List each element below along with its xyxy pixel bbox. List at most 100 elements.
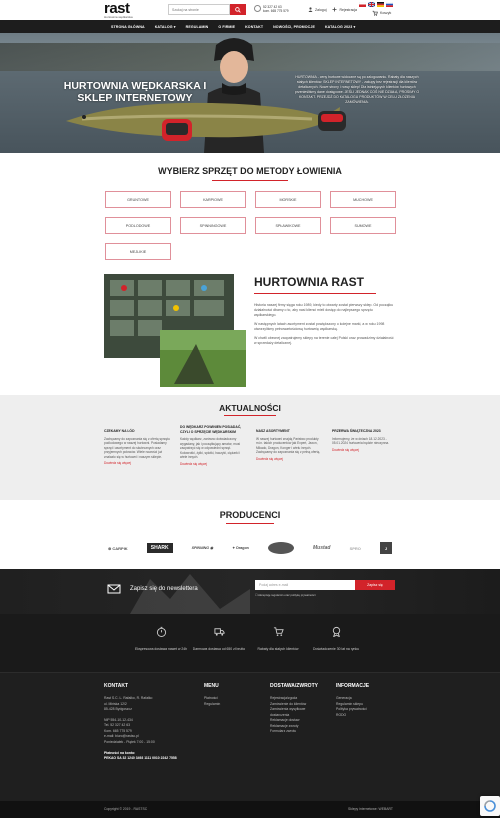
search-icon (235, 6, 241, 13)
footer-bank-account: PEKAO SA 32 1240 3493 1111 0010 2242 755… (104, 756, 177, 760)
search-button[interactable] (230, 4, 246, 15)
webart-credit[interactable]: Sklepy internetowe: WEBART (348, 807, 393, 811)
newsletter-email-input[interactable]: Podaj adres e-mail (255, 580, 355, 590)
feature-express: Ekspresowa dostawa nawet w 24h (131, 626, 191, 652)
footer-delivery-link[interactable]: Formularz zwrotu (270, 729, 318, 735)
footer-info-link[interactable]: RODO (336, 713, 369, 719)
header-contact: 52 327 42 63 kom. 665 775 579 (254, 5, 289, 13)
method-button-morskie[interactable]: MORSKIE (255, 191, 321, 208)
brand-logo-carpik[interactable]: ⊛ CARPIK (108, 546, 128, 551)
newsletter-consent[interactable]: ☐ Akceptuję regulamin oraz politykę pryw… (255, 593, 316, 597)
method-button-podlodowe[interactable]: PODLODOWE (105, 217, 171, 234)
news-item-text: Każdy wędkarz, zarówno doświadczony wyga… (180, 437, 241, 459)
hero-banner: HURTOWNIA WĘDKARSKA I SKLEP INTERNETOWY … (0, 33, 500, 153)
producers-divider (226, 523, 274, 524)
nav-about[interactable]: O FIRMIE (213, 25, 240, 29)
brand-name: CARPIK (112, 545, 128, 551)
footer-city: 85-428 Bydgoszcz (104, 707, 132, 711)
flag-ru-icon[interactable] (386, 2, 393, 7)
equipment-grid: GRUNTOWE KARPIOWE MORSKIE MUCHOWE PODLOD… (105, 191, 397, 260)
brand-name: SPRO (349, 545, 361, 551)
newsletter-subscribe-button[interactable]: Zapisz się (355, 580, 395, 590)
news-item-title[interactable]: PRZERWA ŚWIĄTECZNA 2023 (332, 429, 399, 434)
about-text: Historia naszej firmy sięga roku 1989, k… (254, 303, 394, 350)
newsletter-label: Zapisz się do newslettera (130, 586, 198, 592)
search-input[interactable] (168, 4, 230, 15)
glove-left-image (162, 119, 192, 141)
news-read-more[interactable]: Dowiedz się więcej (104, 461, 171, 465)
brand-logo-dragon[interactable]: ✦ Dragon (232, 546, 249, 550)
truck-icon (213, 628, 225, 636)
feature-text: Doświadczenie 30 lat na rynku (313, 647, 359, 651)
footer-menu: MENU Płatności Regulamin (204, 683, 220, 707)
login-link[interactable]: Zaloguj (308, 7, 326, 12)
method-button-spinningowe[interactable]: SPINNINGOWE (180, 217, 246, 234)
footer-delivery: DOSTAWA/ZWROTY Rejestracja/zgoda Zamówie… (270, 683, 318, 735)
brand-logo-mustad[interactable]: Mustad (313, 545, 331, 551)
news-item: CZEKAMY NA LÓD Zachęcamy do zapoznania s… (104, 429, 171, 466)
footer-info-link[interactable]: Polityka prywatności (336, 707, 369, 713)
footer-contact-heading: KONTAKT (104, 683, 129, 689)
method-button-gruntowe[interactable]: GRUNTOWE (105, 191, 171, 208)
brand-name: Dragon (236, 546, 249, 550)
feature-discounts: Rabaty dla stałych klientów (248, 626, 308, 652)
nav-news[interactable]: NOWOŚCI, PROMOCJE (268, 25, 320, 29)
method-button-mejlikie[interactable]: MEJLIKIE (105, 243, 171, 260)
brand-logo-spro[interactable]: SPRO (350, 546, 361, 551)
brand-logo-j[interactable]: J (379, 542, 392, 554)
news-read-more[interactable]: Dowiedz się więcej (256, 457, 323, 461)
stopwatch-icon (156, 626, 166, 637)
flag-en-icon[interactable] (368, 2, 375, 7)
flag-pl-icon[interactable] (359, 2, 366, 7)
cart-link[interactable]: Koszyk (372, 10, 391, 16)
footer-contact: KONTAKT Rast S.C. L. Rafałko, R. Rafałko… (104, 683, 199, 761)
top-bar (0, 0, 500, 20)
user-icon (308, 7, 313, 12)
features-bar: Ekspresowa dostawa nawet w 24h Darmowa d… (0, 614, 500, 672)
method-button-karpiowe[interactable]: KARPIOWE (180, 191, 246, 208)
method-button-sumowe[interactable]: SUMOWE (330, 217, 396, 234)
brand-logo-spinning[interactable]: SPINNING ◉ (192, 546, 214, 550)
cart-icon (273, 627, 284, 636)
recaptcha-badge[interactable] (480, 796, 500, 816)
logo-text: rast (104, 0, 130, 17)
logo-subtitle: Hurtownia wędkarska (104, 15, 133, 19)
feature-text: Rabaty dla stałych klientów (257, 647, 299, 651)
news-read-more[interactable]: Dowiedz się więcej (332, 448, 399, 452)
hero-title: HURTOWNIA WĘDKARSKA I SKLEP INTERNETOWY (63, 80, 207, 104)
award-icon (332, 626, 340, 638)
nav-home[interactable]: STRONA GŁÓWNA (106, 25, 150, 29)
producers-heading: PRODUCENCI (219, 510, 281, 520)
news-item-title[interactable]: DO WĘDKARZ POWINIEN POSIADAĆ, CZYLI O SP… (180, 425, 247, 434)
nav-terms[interactable]: REGULAMIN (181, 25, 214, 29)
header-mobile[interactable]: kom. 665 775 579 (263, 9, 289, 13)
feature-experience: Doświadczenie 30 lat na rynku (306, 626, 366, 652)
news-item: DO WĘDKARZ POWINIEN POSIADAĆ, CZYLI O SP… (180, 425, 247, 466)
brand-name: SHARK (150, 545, 169, 551)
brand-logo-oval[interactable] (267, 542, 294, 554)
plus-icon (332, 7, 337, 12)
flag-de-icon[interactable] (377, 2, 384, 7)
register-link[interactable]: Rejestracja (332, 7, 357, 12)
hero-text: HURTOWNIA - ceny hurtowe widoczne są po … (294, 75, 420, 104)
footer-menu-link[interactable]: Regulamin (204, 702, 220, 708)
logo[interactable]: rast Hurtownia wędkarska (104, 0, 150, 19)
method-button-muchowe[interactable]: MUCHOWE (330, 191, 396, 208)
about-paragraph: Historia naszej firmy sięga roku 1989, k… (254, 303, 394, 317)
news-section: AKTUALNOŚCI CZEKAMY NA LÓD Zachęcamy do … (0, 395, 500, 500)
news-item-title[interactable]: NASZ ASORTYMENT (256, 429, 323, 434)
feature-text: Darmowa dostawa od 650 zł brutto (192, 647, 246, 651)
news-item-title[interactable]: CZEKAMY NA LÓD (104, 429, 171, 434)
brand-name: J (384, 545, 388, 551)
page: rast Hurtownia wędkarska 52 327 42 63 ko… (0, 0, 500, 818)
about-paragraph: W chwili obecnej zaopatrujemy sklepy na … (254, 336, 394, 345)
method-button-splawikowe[interactable]: SPŁAWIKOWE (255, 217, 321, 234)
nav-catalog[interactable]: KATALOG ▾ (150, 25, 181, 29)
news-read-more[interactable]: Dowiedz się więcej (180, 462, 247, 466)
cart-label: Koszyk (380, 11, 392, 15)
nav-catalog-2023[interactable]: KATALOG 2023 ▾ (320, 25, 360, 29)
about-paragraph: W następnych latach asortyment został po… (254, 322, 385, 331)
register-label: Rejestracja (339, 7, 357, 12)
nav-contact[interactable]: KONTAKT (240, 25, 268, 29)
brand-logo-shark[interactable]: SHARK (146, 543, 173, 553)
